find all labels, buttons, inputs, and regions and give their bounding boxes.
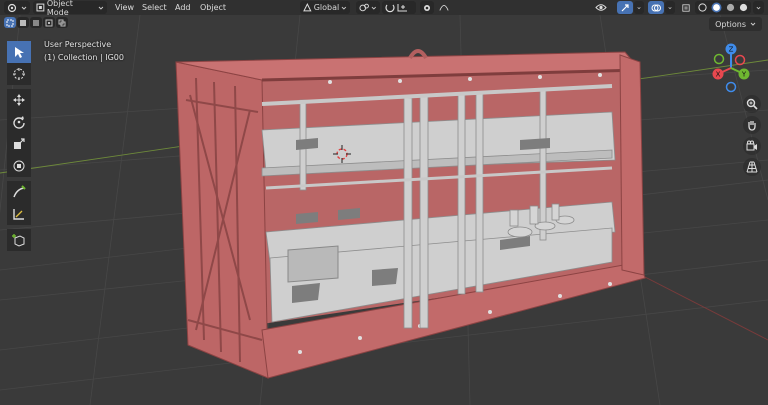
cursor-icon [13, 68, 25, 80]
chevron-down-icon [756, 6, 761, 9]
options-dropdown[interactable]: Options [709, 17, 762, 31]
neg-x-handle [734, 54, 746, 66]
chevron-down-icon [341, 6, 347, 10]
rotate-tool[interactable] [7, 111, 31, 133]
view-perspective-label: User Perspective [44, 40, 112, 49]
overlays-dropdown[interactable] [665, 1, 675, 14]
editor-type-button[interactable] [4, 1, 30, 14]
perspective-toggle-button[interactable] [743, 158, 761, 176]
cursor-tool[interactable] [7, 63, 31, 85]
select-new-button[interactable] [4, 17, 16, 28]
proportional-edit-icon [424, 4, 430, 11]
selection-mode-group [4, 17, 68, 28]
xray-toggle[interactable] [679, 1, 693, 14]
rendered-shading-icon [739, 3, 748, 12]
annotate-tool[interactable] [7, 181, 31, 203]
gizmo-toggle[interactable] [617, 1, 633, 14]
menu-object[interactable]: Object [200, 1, 226, 14]
move-tool[interactable] [7, 89, 31, 111]
options-label: Options [715, 19, 746, 29]
y-axis-label: Y [741, 71, 747, 79]
collection-label: (1) Collection | IG00 [44, 53, 124, 62]
move-icon [13, 94, 25, 106]
wireframe-shading-icon [698, 3, 707, 12]
3d-viewport[interactable]: User Perspective (1) Collection | IG00 O… [0, 15, 768, 405]
tool-shelf [7, 41, 31, 251]
select-extend-button[interactable] [17, 17, 29, 28]
camera-view-button[interactable] [743, 137, 761, 155]
axis-gizmo: Z X Y [712, 43, 750, 93]
annotate-icon [13, 185, 26, 198]
measure-tool[interactable] [7, 203, 31, 225]
z-axis-label: Z [729, 46, 734, 54]
orientation-label: Global [313, 3, 340, 12]
add-cube-icon [12, 234, 25, 247]
select-invert-icon [45, 19, 53, 26]
x-axis-label: X [716, 71, 721, 79]
pivot-point-dropdown[interactable] [356, 1, 380, 14]
select-extend-icon [20, 19, 26, 26]
measure-icon [13, 209, 24, 220]
solid-shading-icon [711, 2, 722, 13]
gizmo-icon [621, 3, 629, 11]
falloff-icon [439, 5, 449, 11]
zoom-icon [746, 98, 758, 110]
proportional-edit-toggle[interactable] [420, 1, 434, 14]
select-subtract-icon [33, 19, 39, 26]
select-new-icon [6, 19, 14, 26]
chevron-down-icon [668, 6, 672, 9]
chevron-down-icon [98, 6, 104, 10]
camera-icon [746, 140, 757, 151]
select-subtract-button[interactable] [30, 17, 42, 28]
menu-view[interactable]: View [115, 1, 134, 14]
floor-box [287, 245, 339, 283]
scene-canvas [0, 15, 768, 405]
snap-target-icon [397, 4, 407, 12]
chevron-down-icon [21, 6, 27, 10]
chevron-down-icon [371, 6, 377, 10]
pivot-icon [359, 3, 369, 12]
menu-select[interactable]: Select [142, 1, 167, 14]
neg-z-handle [725, 81, 737, 93]
orientation-icon [303, 3, 312, 12]
snap-icon [385, 4, 395, 12]
neg-y-handle [713, 53, 725, 65]
visibility-dropdown[interactable] [592, 1, 614, 14]
mode-dropdown[interactable]: Object Mode [33, 0, 107, 17]
add-cube-tool[interactable] [7, 229, 31, 251]
select-intersect-icon [58, 19, 66, 26]
object-mode-icon [36, 3, 45, 12]
transform-icon [13, 160, 25, 172]
shading-dropdown[interactable] [753, 1, 764, 14]
gizmo-dropdown[interactable] [634, 1, 644, 14]
overlays-icon [651, 4, 661, 11]
scale-icon [14, 138, 25, 149]
chevron-down-icon [637, 6, 641, 9]
container-right-post [619, 54, 645, 276]
shading-modes[interactable] [695, 1, 751, 14]
rotate-icon [13, 116, 25, 129]
xray-icon [682, 3, 690, 12]
select-intersect-button[interactable] [56, 17, 68, 28]
pan-button[interactable] [743, 116, 761, 134]
chevron-down-icon [750, 22, 756, 26]
viewport-header: Object Mode View Select Add Object Globa… [0, 0, 768, 17]
hand-icon [748, 121, 756, 131]
material-shading-icon [726, 3, 735, 12]
editor-type-icon [7, 3, 17, 12]
select-box-icon [15, 47, 24, 58]
grid-perspective-icon [746, 161, 758, 173]
transform-tool[interactable] [7, 155, 31, 177]
menu-add[interactable]: Add [175, 1, 191, 14]
navigation-gizmo[interactable]: Z X Y [704, 41, 758, 95]
eye-icon [595, 4, 607, 11]
scale-tool[interactable] [7, 133, 31, 155]
zoom-button[interactable] [743, 95, 761, 113]
select-box-tool[interactable] [7, 41, 31, 63]
falloff-dropdown[interactable] [436, 1, 452, 14]
snap-controls[interactable] [382, 1, 416, 14]
overlays-toggle[interactable] [648, 1, 664, 14]
select-invert-button[interactable] [43, 17, 55, 28]
transform-orientation-dropdown[interactable]: Global [300, 1, 350, 14]
